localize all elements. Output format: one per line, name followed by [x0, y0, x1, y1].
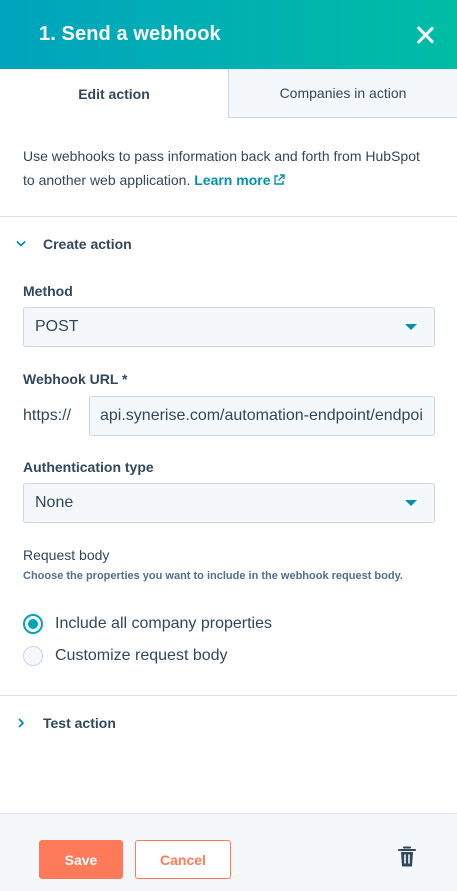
create-action-toggle[interactable]: Create action — [0, 232, 457, 256]
tab-companies-in-action[interactable]: Companies in action — [229, 69, 457, 118]
auth-type-label: Authentication type — [23, 459, 154, 475]
caret-down-icon — [405, 500, 417, 506]
learn-more-link[interactable]: Learn more — [194, 172, 286, 188]
tab-edit-action[interactable]: Edit action — [0, 69, 229, 118]
radio-include-all-label: Include all company properties — [55, 615, 273, 632]
method-value: POST — [35, 318, 79, 335]
external-link-icon — [274, 174, 286, 185]
panel-title: 1. Send a webhook — [39, 23, 221, 45]
test-action-toggle[interactable]: Test action — [0, 711, 457, 735]
caret-down-icon — [405, 324, 417, 330]
intro-text: Use webhooks to pass information back an… — [23, 144, 433, 192]
method-label: Method — [23, 283, 73, 299]
chevron-right-icon — [18, 718, 24, 728]
panel-header: 1. Send a webhook — [0, 0, 457, 69]
divider — [0, 695, 457, 696]
webhook-url-label: Webhook URL * — [23, 371, 128, 387]
radio-customize[interactable]: Customize request body — [23, 645, 228, 667]
panel-footer: Save Cancel — [0, 813, 457, 891]
learn-more-label: Learn more — [194, 172, 271, 188]
method-select[interactable]: POST — [23, 307, 435, 347]
request-body-label: Request body — [23, 547, 110, 563]
trash-icon[interactable] — [397, 846, 417, 868]
radio-button-checked[interactable] — [23, 614, 43, 634]
divider — [0, 216, 457, 217]
auth-type-select[interactable]: None — [23, 483, 435, 523]
auth-type-value: None — [35, 494, 74, 511]
radio-customize-label: Customize request body — [55, 647, 228, 664]
chevron-down-icon — [16, 241, 26, 247]
request-body-help: Choose the properties you want to includ… — [23, 570, 403, 582]
test-action-label: Test action — [43, 715, 116, 731]
create-action-label: Create action — [43, 236, 132, 252]
radio-button[interactable] — [23, 646, 43, 666]
cancel-button[interactable]: Cancel — [135, 840, 231, 879]
url-prefix: https:// — [23, 407, 72, 424]
close-icon[interactable] — [413, 23, 437, 47]
webhook-url-input[interactable] — [89, 396, 435, 436]
tab-bar: Edit action Companies in action — [0, 69, 457, 118]
radio-include-all[interactable]: Include all company properties — [23, 613, 272, 635]
save-button[interactable]: Save — [39, 840, 123, 879]
